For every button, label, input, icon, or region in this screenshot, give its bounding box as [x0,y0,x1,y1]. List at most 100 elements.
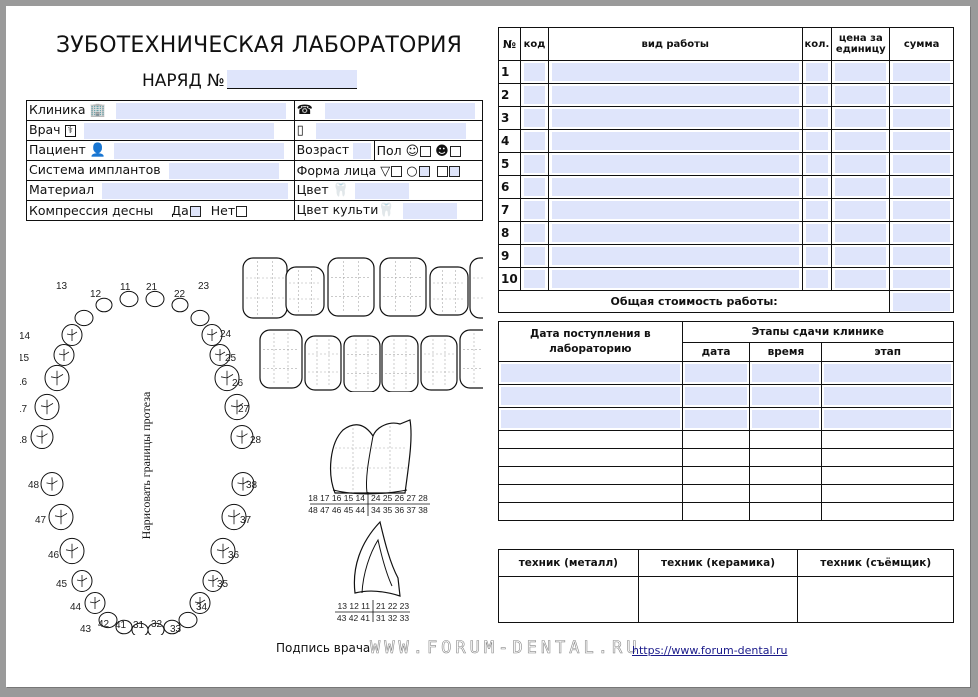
upper-front-tooth[interactable] [285,266,325,316]
technician-metal-signature[interactable] [498,576,639,623]
stage-time-cell[interactable] [749,448,823,467]
stage-date-field[interactable] [684,364,748,382]
lower-front-tooth[interactable] [304,335,342,391]
work-type-field[interactable] [551,63,799,81]
code-field[interactable] [523,270,545,288]
stage-date-cell[interactable] [681,430,751,449]
unit-price-field[interactable] [835,132,887,150]
code-field[interactable] [523,109,545,127]
gum-compression-yes-checkbox[interactable] [189,206,201,217]
quantity-field[interactable] [805,132,829,150]
code-field[interactable] [523,63,545,81]
unit-price-field[interactable] [835,178,887,196]
posterior-teeth-diagram[interactable]: 18 17 16 15 14 24 25 26 27 28 48 47 46 4… [305,418,435,518]
code-field[interactable] [523,247,545,265]
sum-field[interactable] [893,109,950,127]
canine-diagram[interactable]: 13 12 11 21 22 23 43 42 41 31 32 33 [330,518,420,623]
code-field[interactable] [523,86,545,104]
order-number-field[interactable] [226,70,357,89]
tooth-33[interactable] [178,611,198,629]
stage-name-field[interactable] [824,364,951,382]
stage-time-cell[interactable] [749,466,823,485]
code-field[interactable] [523,201,545,219]
stage-date-cell[interactable] [681,484,751,503]
unit-price-field[interactable] [835,155,887,173]
patient-field[interactable] [114,142,284,159]
lower-front-tooth[interactable] [459,329,483,389]
quantity-field[interactable] [805,109,829,127]
forum-dental-link[interactable]: https://www.forum-dental.ru [632,644,788,657]
stage-date-cell[interactable] [681,502,751,521]
quantity-field[interactable] [805,63,829,81]
unit-price-field[interactable] [835,247,887,265]
unit-price-field[interactable] [835,86,887,104]
gum-compression-no-checkbox[interactable] [236,206,248,217]
quantity-field[interactable] [805,224,829,242]
stage-date-field[interactable] [684,387,748,405]
sum-field[interactable] [893,63,950,81]
lower-front-tooth[interactable] [343,335,381,392]
upper-front-tooth[interactable] [327,257,375,317]
stage-time-field[interactable] [752,387,820,405]
stage-name-cell[interactable] [821,484,954,503]
tooth-21[interactable] [145,290,165,308]
sum-field[interactable] [893,201,950,219]
upper-front-tooth[interactable] [242,257,288,319]
arrival-date-field[interactable] [501,410,680,428]
lower-front-tooth[interactable] [259,329,303,389]
tooth-11[interactable] [119,290,139,308]
implant-system-field[interactable] [168,162,279,179]
lower-front-tooth[interactable] [420,335,458,391]
sum-field[interactable] [893,224,950,242]
unit-price-field[interactable] [835,63,887,81]
quantity-field[interactable] [805,270,829,288]
stage-time-cell[interactable] [749,484,823,503]
upper-front-tooth[interactable] [469,257,483,319]
mobile-field[interactable] [315,122,466,139]
technician-ceramic-signature[interactable] [637,576,799,623]
stage-name-cell[interactable] [821,448,954,467]
oval-face-checkbox[interactable] [418,166,430,177]
phone-field[interactable] [324,102,475,119]
work-type-field[interactable] [551,201,799,219]
arrival-date-field[interactable] [501,364,680,382]
clinic-field[interactable] [115,102,286,119]
arrival-date-cell[interactable] [498,430,683,449]
material-field[interactable] [102,182,289,199]
code-field[interactable] [523,224,545,242]
stage-name-field[interactable] [824,387,951,405]
stage-time-field[interactable] [752,410,820,428]
stage-date-cell[interactable] [681,448,751,467]
female-checkbox[interactable] [449,146,461,157]
stage-time-field[interactable] [752,364,820,382]
upper-front-tooth[interactable] [379,257,427,317]
color-field[interactable] [354,182,409,199]
stage-name-cell[interactable] [821,502,954,521]
triangle-face-checkbox[interactable] [391,166,403,177]
sum-field[interactable] [893,132,950,150]
quantity-field[interactable] [805,155,829,173]
work-type-field[interactable] [551,178,799,196]
quantity-field[interactable] [805,178,829,196]
upper-front-tooth[interactable] [429,266,469,316]
work-type-field[interactable] [551,224,799,242]
sum-field[interactable] [893,86,950,104]
stage-time-cell[interactable] [749,502,823,521]
work-type-field[interactable] [551,247,799,265]
work-type-field[interactable] [551,155,799,173]
age-field[interactable] [353,142,372,159]
stage-name-cell[interactable] [821,430,954,449]
stage-date-field[interactable] [684,410,748,428]
sum-field[interactable] [893,247,950,265]
quantity-field[interactable] [805,86,829,104]
anterior-teeth-diagram[interactable] [238,252,483,392]
sum-field[interactable] [893,178,950,196]
sum-field[interactable] [893,270,950,288]
quantity-field[interactable] [805,201,829,219]
technician-removable-signature[interactable] [797,576,954,623]
doctor-field[interactable] [83,122,274,139]
lower-front-tooth[interactable] [381,335,419,392]
unit-price-field[interactable] [835,270,887,288]
tooth-23[interactable] [190,309,210,327]
square-face-checkbox[interactable] [448,166,460,177]
